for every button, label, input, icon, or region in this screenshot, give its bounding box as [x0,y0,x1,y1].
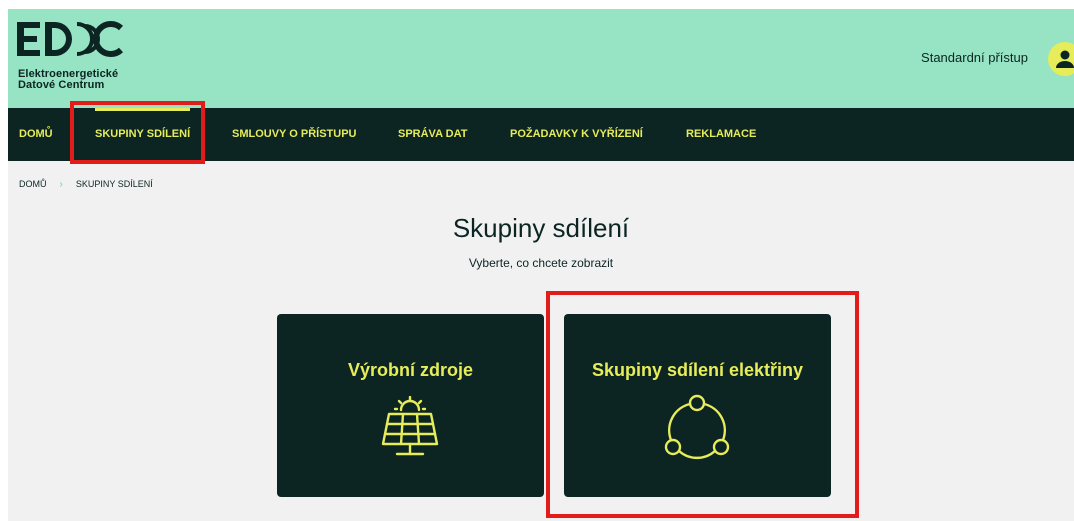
app-frame: Elektroenergetické Datové Centrum Standa… [8,9,1074,521]
breadcrumb-current: SKUPINY SDÍLENÍ [75,179,153,189]
header: Elektroenergetické Datové Centrum Standa… [8,9,1074,108]
nav-item-reklamace[interactable]: REKLAMACE [686,108,756,161]
nav-item-pozadavky[interactable]: POŽADAVKY K VYŘÍZENÍ [510,108,643,161]
nav-item-smlouvy-o-pristupu[interactable]: SMLOUVY O PŘÍSTUPU [232,108,356,161]
page-title: Skupiny sdílení [452,213,630,243]
card-title: Skupiny sdílení elektřiny [591,360,804,380]
logo[interactable]: Elektroenergetické Datové Centrum [17,20,147,100]
logo-line-2: Datové Centrum [18,79,105,91]
avatar[interactable] [1048,42,1074,76]
solar-panel-icon [381,396,439,456]
sharing-group-icon [664,394,730,460]
card-skupiny-sdileni-elektriny[interactable]: Skupiny sdílení elektřiny [564,314,831,497]
breadcrumb: DOMŮ › SKUPINY SDÍLENÍ [19,179,153,190]
card-title: Výrobní zdroje [347,360,473,380]
nav-item-domu[interactable]: DOMŮ [19,108,53,161]
page-subtitle: Vyberte, co chcete zobrazit [468,256,614,270]
breadcrumb-home[interactable]: DOMŮ [19,179,47,189]
card-vyrobni-zdroje[interactable]: Výrobní zdroje [277,314,544,497]
main-nav: DOMŮ SKUPINY SDÍLENÍ SMLOUVY O PŘÍSTUPU … [8,108,1074,161]
logo-mark [17,21,124,57]
nav-item-sprava-dat[interactable]: SPRÁVA DAT [398,108,467,161]
user-icon [1056,50,1074,68]
nav-item-skupiny-sdileni[interactable]: SKUPINY SDÍLENÍ [95,108,191,161]
logo-text: Elektroenergetické Datové Centrum [18,69,118,91]
access-level-label[interactable]: Standardní přístup [921,50,1028,65]
chevron-right-icon: › [59,179,63,190]
